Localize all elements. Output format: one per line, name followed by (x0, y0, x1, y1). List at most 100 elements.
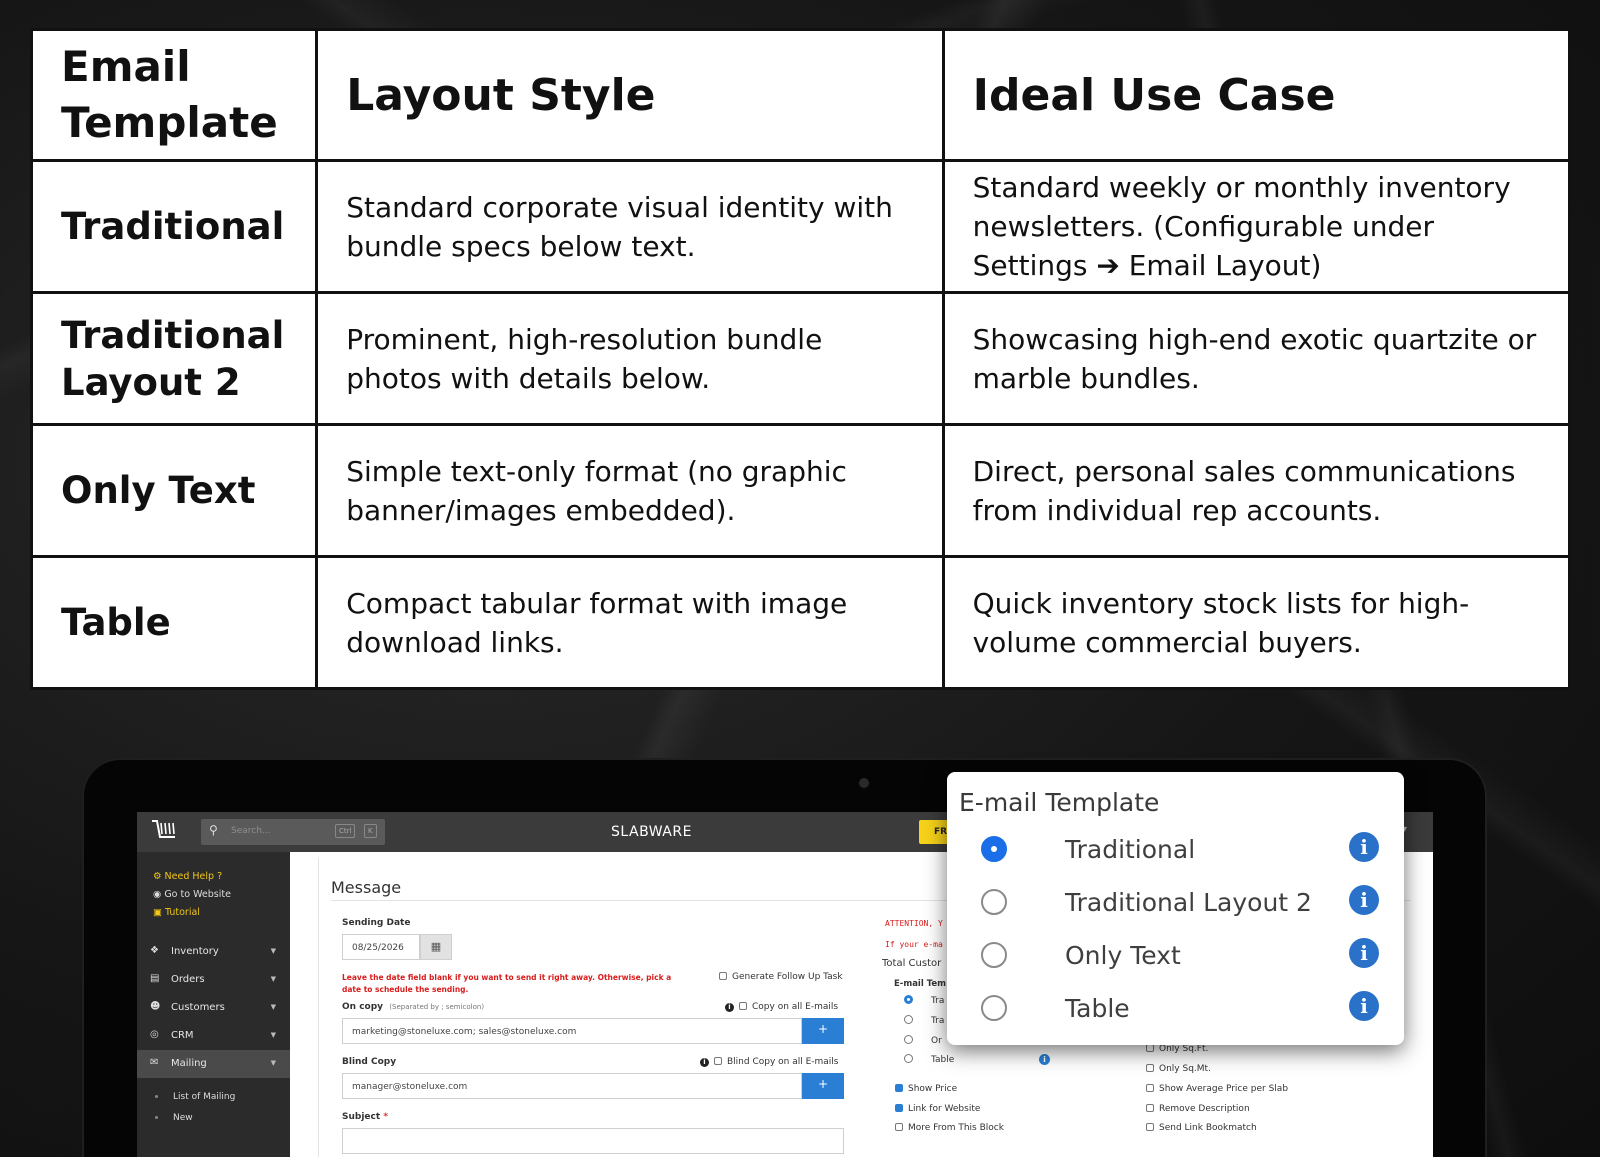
panel-title: Message (331, 878, 402, 897)
add-copy-button[interactable]: + (802, 1018, 844, 1044)
row-name: Table (29, 555, 319, 690)
option-only-text[interactable]: Only Text i (981, 938, 1391, 974)
avg-price-checkbox[interactable]: Show Average Price per Slab (1146, 1084, 1288, 1094)
go-to-website-link[interactable]: ◉ Go to Website (153, 886, 290, 904)
template-radio-table[interactable]: Table (904, 1054, 954, 1065)
copy-all-checkbox[interactable]: i Copy on all E-mails (725, 1002, 838, 1012)
shortcut-key-ctrl: Ctrl (335, 824, 356, 838)
blind-copy-label: Blind Copy (342, 1057, 397, 1067)
send-link-bookmatch-checkbox[interactable]: Send Link Bookmatch (1146, 1123, 1257, 1133)
row-use: Standard weekly or monthly inventory new… (941, 159, 1572, 294)
sidebar-subitem-list-of-mailing[interactable]: List of Mailing (137, 1086, 290, 1107)
template-comparison-table: Email Template Layout Style Ideal Use Cas… (29, 28, 1572, 690)
sidebar-menu: ❖ Inventory ▼ ▤ Orders ▼ ☻ Customers ▼ ◎ CRM ▼ ✉… (137, 938, 290, 1128)
info-icon[interactable]: i (1349, 991, 1379, 1021)
info-icon[interactable]: i (1349, 832, 1379, 862)
row-layout: Simple text-only format (no graphic bann… (315, 423, 945, 558)
on-copy-label: On copy (Separated by ; semicolon) (342, 1002, 485, 1012)
more-from-block-checkbox[interactable]: More From This Block (895, 1123, 1004, 1133)
schedule-warning: Leave the date field blank if you want t… (342, 973, 672, 994)
shortcut-key-k: K (364, 824, 377, 838)
help-links: ⚙ Need Help ? ◉ Go to Website ▣ Tutorial (137, 852, 290, 922)
option-traditional[interactable]: Traditional i (981, 832, 1391, 868)
attention-text: ATTENTION, Y (885, 919, 943, 928)
search-input[interactable]: ⚲ Search... Ctrl K (201, 819, 385, 845)
chevron-down-icon: ▼ (270, 975, 276, 983)
sending-date-label: Sending Date (342, 918, 411, 928)
sending-date-input[interactable]: 08/25/2026 (342, 934, 420, 960)
option-traditional-layout-2[interactable]: Traditional Layout 2 i (981, 885, 1391, 921)
info-icon: i (725, 1003, 734, 1012)
row-name: Only Text (29, 423, 319, 558)
show-price-checkbox[interactable]: Show Price (895, 1084, 957, 1094)
table-row: Table Compact tabular format with image … (29, 555, 1572, 690)
only-sqmt-checkbox[interactable]: Only Sq.Mt. (1146, 1064, 1211, 1074)
option-table[interactable]: Table i (981, 991, 1391, 1027)
search-icon: ⚲ (209, 823, 218, 837)
total-customers-text: Total Custor (882, 958, 942, 969)
table-row: Traditional Standard corporate visual id… (29, 159, 1572, 294)
sidebar-item-mailing[interactable]: ✉ Mailing ▼ (137, 1050, 290, 1078)
on-copy-input[interactable]: marketing@stoneluxe.com; sales@stoneluxe… (342, 1018, 802, 1044)
webcam (859, 778, 869, 788)
row-use: Direct, personal sales communications fr… (941, 423, 1572, 558)
row-use: Quick inventory stock lists for high-vol… (941, 555, 1572, 690)
radio-selected[interactable] (981, 836, 1007, 862)
follow-up-checkbox[interactable]: Generate Follow Up Task (719, 972, 843, 982)
need-help-link[interactable]: ⚙ Need Help ? (153, 868, 290, 886)
info-icon[interactable]: i (1349, 938, 1379, 968)
link-website-checkbox[interactable]: Link for Website (895, 1104, 980, 1114)
template-radio-traditional[interactable]: Tra (904, 995, 944, 1006)
sidebar-item-customers[interactable]: ☻ Customers ▼ (137, 994, 290, 1022)
row-layout: Prominent, high-resolution bundle photos… (315, 291, 945, 426)
only-sqft-checkbox[interactable]: Only Sq.Ft. (1146, 1044, 1208, 1054)
row-layout: Standard corporate visual identity with … (315, 159, 945, 294)
info-icon[interactable]: i (1349, 885, 1379, 915)
header-ideal-use-case: Ideal Use Case (941, 28, 1572, 162)
table-row: Only Text Simple text-only format (no gr… (29, 423, 1572, 558)
radio-unselected[interactable] (981, 889, 1007, 915)
table-header-row: Email Template Layout Style Ideal Use Cas… (29, 28, 1572, 162)
chevron-down-icon: ▼ (270, 1031, 276, 1039)
subject-input[interactable] (342, 1128, 844, 1154)
chevron-down-icon: ▼ (270, 947, 276, 955)
email-template-small-label: E-mail Tem (894, 979, 947, 989)
chevron-down-icon: ▼ (270, 1059, 276, 1067)
sidebar-subitem-new[interactable]: New (137, 1107, 290, 1128)
subject-label: Subject * (342, 1112, 389, 1122)
sidebar: ⚙ Need Help ? ◉ Go to Website ▣ Tutorial… (137, 852, 290, 1157)
remove-description-checkbox[interactable]: Remove Description (1146, 1104, 1250, 1114)
app-brand: SLABWARE (611, 824, 692, 840)
template-radio-traditional-2[interactable]: Tra (904, 1015, 944, 1026)
email-template-popup: E-mail Template Traditional i Traditiona… (947, 772, 1404, 1045)
envelope-icon: ✉ (150, 1057, 159, 1068)
sidebar-item-crm[interactable]: ◎ CRM ▼ (137, 1022, 290, 1050)
cubes-icon: ❖ (150, 945, 159, 956)
email-warning-text: If your e-ma (885, 940, 943, 949)
popup-title: E-mail Template (959, 788, 1160, 817)
radio-unselected[interactable] (981, 995, 1007, 1021)
table-row: Traditional Layout 2 Prominent, high-reso… (29, 291, 1572, 426)
row-layout: Compact tabular format with image downlo… (315, 555, 945, 690)
info-icon[interactable]: i (1039, 1054, 1050, 1065)
row-name: Traditional (29, 159, 319, 294)
radio-unselected[interactable] (981, 942, 1007, 968)
row-name: Traditional Layout 2 (29, 291, 319, 426)
cart-logo-icon[interactable] (149, 817, 179, 845)
row-use: Showcasing high-end exotic quartzite or … (941, 291, 1572, 426)
users-icon: ☻ (150, 1001, 161, 1012)
header-layout-style: Layout Style (315, 28, 945, 162)
blind-copy-input[interactable]: manager@stoneluxe.com (342, 1073, 802, 1099)
target-icon: ◎ (150, 1029, 159, 1040)
sidebar-item-inventory[interactable]: ❖ Inventory ▼ (137, 938, 290, 966)
search-placeholder: Search... (231, 826, 271, 836)
sidebar-item-orders[interactable]: ▤ Orders ▼ (137, 966, 290, 994)
calendar-icon[interactable]: ▦ (420, 934, 452, 960)
chevron-down-icon: ▼ (270, 1003, 276, 1011)
blind-copy-all-checkbox[interactable]: i Blind Copy on all E-mails (700, 1057, 839, 1067)
info-icon: i (700, 1058, 709, 1067)
template-radio-only-text[interactable]: Or (904, 1035, 942, 1046)
tutorial-link[interactable]: ▣ Tutorial (153, 904, 290, 922)
cart-icon: ▤ (150, 973, 160, 984)
add-blind-copy-button[interactable]: + (802, 1073, 844, 1099)
